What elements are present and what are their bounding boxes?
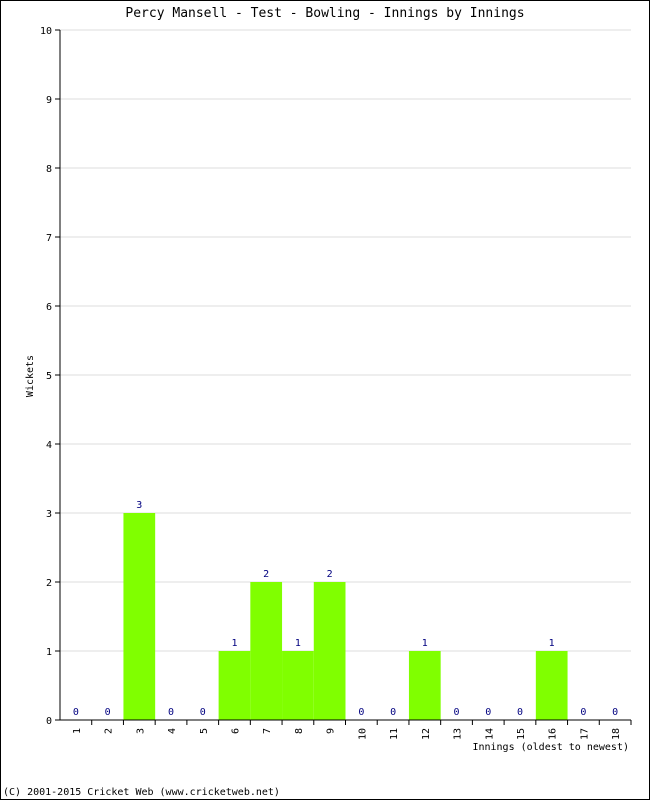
x-tick-label: 10: [357, 728, 368, 740]
y-tick-label: 4: [46, 440, 52, 451]
data-label: 0: [580, 707, 586, 718]
bar: [535, 651, 568, 720]
x-tick-label: 5: [199, 728, 210, 734]
y-tick-label: 0: [46, 716, 52, 727]
data-label: 3: [136, 500, 142, 511]
y-tick-label: 7: [46, 233, 52, 244]
y-tick-label: 3: [46, 509, 52, 520]
x-tick-label: 7: [262, 728, 273, 734]
data-label: 0: [168, 707, 174, 718]
data-label: 2: [327, 569, 333, 580]
data-label: 1: [549, 638, 555, 649]
x-tick-label: 16: [548, 728, 559, 740]
x-tick-label: 6: [230, 728, 241, 734]
x-tick-label: 11: [389, 728, 400, 740]
data-label: 0: [200, 707, 206, 718]
bar: [250, 582, 283, 720]
data-label: 0: [73, 707, 79, 718]
x-tick-label: 2: [104, 728, 115, 734]
bar: [408, 651, 441, 720]
bar: [313, 582, 346, 720]
data-label: 1: [231, 638, 237, 649]
y-tick-label: 6: [46, 302, 52, 313]
bar-chart: Percy Mansell - Test - Bowling - Innings…: [3, 6, 632, 798]
y-tick-label: 9: [46, 95, 52, 106]
x-tick-label: 12: [421, 728, 432, 740]
chart-title: Percy Mansell - Test - Bowling - Innings…: [125, 6, 524, 21]
y-tick-labels: 0 1 2 3 4 5 6 7 8 9 10: [40, 26, 52, 727]
x-axis-label: Innings (oldest to newest): [472, 742, 629, 753]
x-tick-label: 15: [516, 728, 527, 740]
x-tick-labels: 1 2 3 4 5 6 7 8 9 10 11 12 13 14 15 16 17 18: [72, 728, 622, 740]
x-tick-label: 13: [453, 728, 464, 740]
data-label: 2: [263, 569, 269, 580]
y-tick-label: 5: [46, 371, 52, 382]
x-tick-label: 14: [484, 728, 495, 740]
y-tick-label: 8: [46, 164, 52, 175]
bar: [123, 513, 156, 720]
x-tick-label: 8: [294, 728, 305, 734]
y-axis-label: Wickets: [25, 355, 36, 397]
x-tick-label: 4: [167, 728, 178, 734]
x-tick-label: 9: [326, 728, 337, 734]
y-tick-label: 1: [46, 647, 52, 658]
bars: [123, 513, 568, 720]
data-label: 0: [485, 707, 491, 718]
bar: [282, 651, 314, 720]
x-tick-label: 17: [579, 728, 590, 740]
data-label: 1: [422, 638, 428, 649]
data-label: 0: [105, 707, 111, 718]
data-label: 0: [517, 707, 523, 718]
data-label: 0: [612, 707, 618, 718]
x-tick-label: 18: [611, 728, 622, 740]
data-label: 0: [454, 707, 460, 718]
data-label: 0: [358, 707, 364, 718]
data-label: 1: [295, 638, 301, 649]
y-tick-label: 2: [46, 578, 52, 589]
x-tick-label: 3: [135, 728, 146, 734]
copyright-footer: (C) 2001-2015 Cricket Web (www.cricketwe…: [3, 787, 280, 798]
y-tick-label: 10: [40, 26, 52, 37]
x-tick-label: 1: [72, 728, 83, 734]
data-label: 0: [390, 707, 396, 718]
bar: [218, 651, 251, 720]
